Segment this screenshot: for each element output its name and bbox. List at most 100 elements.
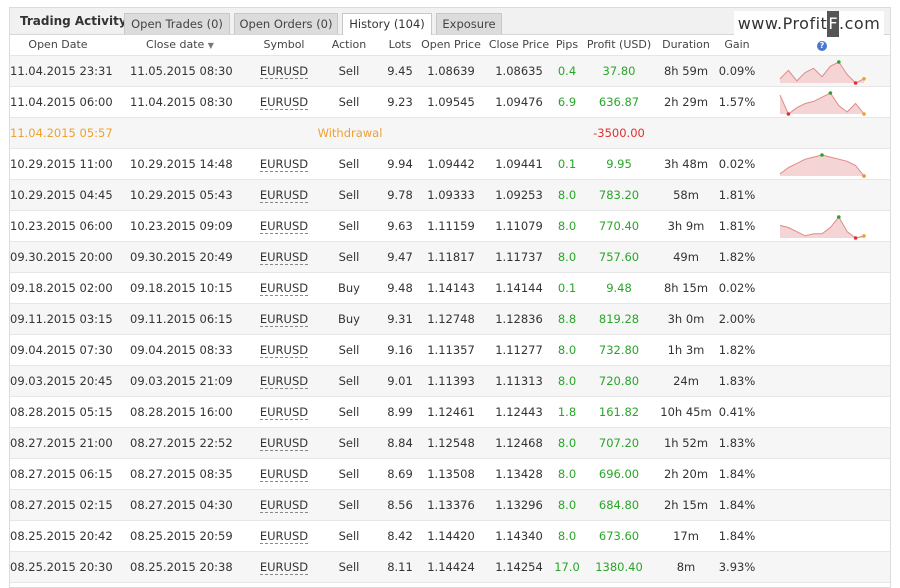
col-profit[interactable]: Profit (USD) <box>584 35 654 55</box>
sparkline-end-dot <box>862 112 866 116</box>
symbol-link[interactable]: EURUSD <box>259 189 309 203</box>
cell-profit: 673.60 <box>598 529 640 543</box>
cell-open-date: 08.25.2015 20:42 <box>10 529 113 543</box>
symbol-link[interactable]: EURUSD <box>259 282 309 296</box>
sparkline-area <box>780 62 864 83</box>
cell-close-price: 1.13428 <box>495 467 543 481</box>
cell-profit: 161.82 <box>598 405 640 419</box>
symbol-link[interactable]: EURUSD <box>259 375 309 389</box>
cell-lots: 9.48 <box>387 281 413 295</box>
table-row[interactable]: 08.27.2015 06:15 08.27.2015 08:35 EURUSD Se… <box>10 459 890 490</box>
symbol-link[interactable]: EURUSD <box>259 437 309 451</box>
table-row[interactable]: 10.29.2015 04:45 10.29.2015 05:43 EURUSD Se… <box>10 180 890 211</box>
table-row[interactable]: 10.23.2015 06:00 10.23.2015 09:09 EURUSD Se… <box>10 211 890 242</box>
col-gain[interactable]: Gain <box>712 35 762 55</box>
table-row[interactable]: 10.29.2015 11:00 10.29.2015 14:48 EURUSD Se… <box>10 149 890 180</box>
sparkline-end-dot <box>862 174 866 178</box>
table-row[interactable]: 08.28.2015 05:15 08.28.2015 16:00 EURUSD Se… <box>10 397 890 428</box>
table-row[interactable]: 08.25.2015 20:30 08.25.2015 20:38 EURUSD Se… <box>10 552 890 583</box>
trading-activity-panel: Trading Activity Open Trades (0) Open Or… <box>9 7 891 588</box>
cell-open-date: 10.29.2015 11:00 <box>10 157 113 171</box>
table-row[interactable]: 08.27.2015 02:15 08.27.2015 04:30 EURUSD Se… <box>10 490 890 521</box>
symbol-link[interactable]: EURUSD <box>259 65 309 79</box>
cell-lots: 9.47 <box>387 250 413 264</box>
col-symbol[interactable]: Symbol <box>256 35 312 55</box>
cell-open-price: 1.09333 <box>427 188 475 202</box>
col-lots[interactable]: Lots <box>382 35 418 55</box>
cell-close-date: 09.11.2015 06:15 <box>130 312 233 326</box>
symbol-link[interactable]: EURUSD <box>259 251 309 265</box>
cell-duration: 10h 45m <box>660 405 712 419</box>
cell-open-date: 11.04.2015 05:57 <box>10 126 113 140</box>
cell-close-date: 09.18.2015 10:15 <box>130 281 233 295</box>
tab-exposure[interactable]: Exposure <box>436 13 502 34</box>
symbol-link[interactable]: EURUSD <box>259 344 309 358</box>
cell-close-date: 08.27.2015 22:52 <box>130 436 233 450</box>
cell-duration: 17m <box>673 529 699 543</box>
tab-open-trades[interactable]: Open Trades (0) <box>124 13 230 34</box>
symbol-link[interactable]: EURUSD <box>259 530 309 544</box>
cell-pips: 8.0 <box>557 219 577 233</box>
cell-lots: 9.78 <box>387 188 413 202</box>
symbol-link[interactable]: EURUSD <box>259 158 309 172</box>
cell-action: Sell <box>338 405 360 419</box>
cell-gain: 1.84% <box>718 498 756 512</box>
cell-gain: 0.09% <box>718 64 756 78</box>
col-close-date[interactable]: Close date ▼ <box>130 35 230 56</box>
cell-lots: 9.16 <box>387 343 413 357</box>
symbol-link[interactable]: EURUSD <box>259 406 309 420</box>
panel-title: Trading Activity <box>20 14 127 28</box>
cell-pips: 8.0 <box>557 467 577 481</box>
table-row[interactable]: 09.18.2015 02:00 09.18.2015 10:15 EURUSD Bu… <box>10 273 890 304</box>
help-icon[interactable]: ? <box>817 41 827 51</box>
cell-lots: 8.11 <box>387 560 413 574</box>
table-row[interactable]: 09.30.2015 20:00 09.30.2015 20:49 EURUSD Se… <box>10 242 890 273</box>
table-row[interactable]: 09.04.2015 07:30 09.04.2015 08:33 EURUSD Se… <box>10 335 890 366</box>
cell-lots: 9.31 <box>387 312 413 326</box>
cell-close-price: 1.13296 <box>495 498 543 512</box>
col-duration[interactable]: Duration <box>656 35 716 55</box>
cell-gain: 1.82% <box>718 250 756 264</box>
cell-action: Buy <box>338 281 360 295</box>
col-pips[interactable]: Pips <box>550 35 584 55</box>
cell-close-price: 1.09476 <box>495 95 543 109</box>
table-row[interactable]: 11.04.2015 23:31 11.05.2015 08:30 EURUSD Se… <box>10 56 890 87</box>
cell-open-price: 1.14143 <box>427 281 475 295</box>
symbol-link[interactable]: EURUSD <box>259 220 309 234</box>
symbol-link[interactable]: EURUSD <box>259 468 309 482</box>
symbol-link[interactable]: EURUSD <box>259 313 309 327</box>
cell-open-date: 10.29.2015 04:45 <box>10 188 113 202</box>
withdrawal-row[interactable]: 11.04.2015 05:57 Withdrawal -3500.00 <box>10 118 890 149</box>
cell-pips: 8.0 <box>557 250 577 264</box>
table-row[interactable]: 11.04.2015 06:00 11.04.2015 08:30 EURUSD Se… <box>10 87 890 118</box>
cell-close-price: 1.11277 <box>495 343 543 357</box>
cell-gain: 1.83% <box>718 374 756 388</box>
cell-gain: 1.81% <box>718 188 756 202</box>
cell-open-price: 1.12748 <box>427 312 475 326</box>
cell-lots: 8.84 <box>387 436 413 450</box>
table-row[interactable]: 09.11.2015 03:15 09.11.2015 06:15 EURUSD Bu… <box>10 304 890 335</box>
cell-pips: 8.8 <box>557 312 577 326</box>
symbol-link[interactable]: EURUSD <box>259 561 309 575</box>
cell-pips: 8.0 <box>557 374 577 388</box>
symbol-link[interactable]: EURUSD <box>259 96 309 110</box>
cell-lots: 8.99 <box>387 405 413 419</box>
cell-lots: 9.01 <box>387 374 413 388</box>
tab-history[interactable]: History (104) <box>342 13 432 35</box>
watermark-text-post: .com <box>839 14 881 33</box>
col-close-price[interactable]: Close Price <box>488 35 550 55</box>
tab-open-orders[interactable]: Open Orders (0) <box>234 13 338 34</box>
cell-action: Sell <box>338 529 360 543</box>
col-action[interactable]: Action <box>328 35 370 55</box>
watermark-logo: www.ProfitF.com <box>734 11 884 37</box>
table-row[interactable]: 08.27.2015 21:00 08.27.2015 22:52 EURUSD Se… <box>10 428 890 459</box>
table-row[interactable]: 08.25.2015 20:42 08.25.2015 20:59 EURUSD Se… <box>10 521 890 552</box>
table-row[interactable]: 09.03.2015 20:45 09.03.2015 21:09 EURUSD Se… <box>10 366 890 397</box>
cell-profit: 770.40 <box>598 219 640 233</box>
col-open-price[interactable]: Open Price <box>420 35 482 55</box>
cell-action: Sell <box>338 250 360 264</box>
cell-duration: 24m <box>673 374 699 388</box>
cell-withdrawal-label: Withdrawal <box>317 126 383 140</box>
col-open-date[interactable]: Open Date <box>10 35 106 55</box>
symbol-link[interactable]: EURUSD <box>259 499 309 513</box>
